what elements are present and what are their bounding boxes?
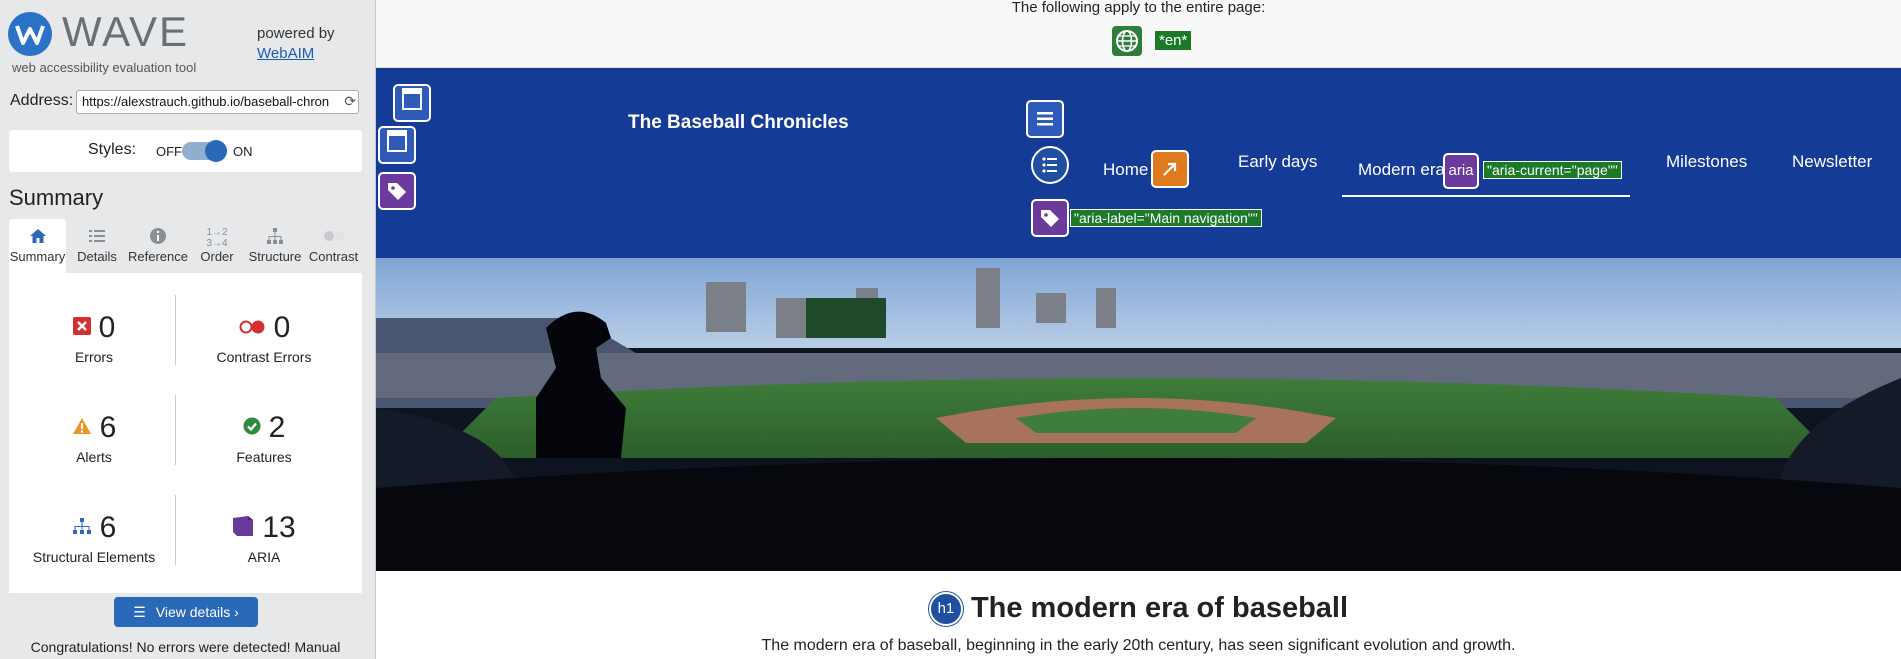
address-row: Address: https://alexstrauch.github.io/b… xyxy=(10,90,366,114)
alerts-label: Alerts xyxy=(76,449,112,465)
errors-count: 0 xyxy=(98,311,116,344)
powered-by-label: powered by xyxy=(257,25,335,42)
stat-errors[interactable]: 0 Errors xyxy=(9,311,179,365)
stat-alerts[interactable]: 6 Alerts xyxy=(9,411,179,465)
header-landmark-icon[interactable] xyxy=(393,84,431,122)
structure-icon xyxy=(246,227,304,249)
aria-icon xyxy=(232,515,254,543)
powered-by: powered by WebAIM xyxy=(257,24,335,64)
address-label: Address: xyxy=(10,92,74,109)
page-heading: h1 The modern era of baseball xyxy=(376,592,1901,627)
view-details-button[interactable]: ☰ View details › xyxy=(114,597,258,627)
stat-structural-elements[interactable]: 6 Structural Elements xyxy=(9,511,179,565)
congrats-message: Congratulations! No errors were detected… xyxy=(30,639,341,655)
navigation-landmark-icon[interactable] xyxy=(1026,100,1064,138)
styles-label: Styles: xyxy=(88,141,137,158)
tab-label: Summary xyxy=(9,249,66,264)
structure-icon xyxy=(72,517,92,541)
alert-icon xyxy=(72,417,92,441)
errors-label: Errors xyxy=(74,349,114,365)
tab-label: Reference xyxy=(128,249,188,264)
aria-current-annotation[interactable]: "aria-current="page"" xyxy=(1483,161,1622,179)
error-icon xyxy=(72,317,91,341)
nav-link-home[interactable]: Home xyxy=(1103,160,1148,180)
header-landmark-icon[interactable] xyxy=(378,126,416,164)
styles-on-label: ON xyxy=(233,144,253,159)
stat-contrast-errors[interactable]: 0 Contrast Errors xyxy=(179,311,349,365)
contrast-errors-label: Contrast Errors xyxy=(216,349,312,365)
list-icon xyxy=(67,227,127,249)
site-title[interactable]: The Baseball Chronicles xyxy=(628,112,849,134)
view-details-label: View details › xyxy=(155,604,239,620)
styles-toggle-box: Styles: OFF ON xyxy=(9,130,362,172)
hero-image xyxy=(376,258,1901,571)
feature-icon xyxy=(243,417,261,441)
nav-link-newsletter[interactable]: Newsletter xyxy=(1792,152,1872,172)
list-icon[interactable] xyxy=(1031,146,1069,184)
reload-icon[interactable]: ⟳ xyxy=(344,93,356,110)
wave-logo-icon xyxy=(8,12,52,56)
features-label: Features xyxy=(236,449,292,465)
nav-link-early-days[interactable]: Early days xyxy=(1238,152,1317,172)
toggle-knob xyxy=(205,140,227,162)
info-icon xyxy=(128,227,188,249)
active-nav-underline xyxy=(1342,195,1630,197)
nav-link-modern-era[interactable]: Modern era xyxy=(1358,160,1445,180)
tab-structure[interactable]: Structure xyxy=(246,219,304,273)
contrast-icon xyxy=(305,227,362,249)
structural-count: 6 xyxy=(99,511,117,544)
redundant-link-alert-icon[interactable] xyxy=(1151,150,1189,188)
features-count: 2 xyxy=(268,411,286,444)
tab-summary[interactable]: Summary xyxy=(9,219,66,273)
styles-toggle[interactable] xyxy=(182,140,227,162)
language-badge[interactable]: *en* xyxy=(1154,30,1193,51)
wave-sidebar: WAVE web accessibility evaluation tool p… xyxy=(0,0,376,659)
order-icon: 1→2 3→4 xyxy=(206,227,228,249)
home-icon xyxy=(9,227,66,249)
tab-label: Details xyxy=(77,249,117,264)
stat-features[interactable]: 2 Features xyxy=(179,411,349,465)
tab-label: Order xyxy=(200,249,234,264)
intro-paragraph: The modern era of baseball, beginning in… xyxy=(761,637,1516,654)
aria-count: 13 xyxy=(262,511,296,544)
aria-label-tag-icon[interactable] xyxy=(1031,199,1069,237)
page-heading-text: The modern era of baseball xyxy=(970,592,1349,624)
entire-page-text: The following apply to the entire page: xyxy=(1011,0,1266,16)
wave-logo-text: WAVE xyxy=(62,8,190,55)
stat-aria[interactable]: 13 ARIA xyxy=(179,511,349,565)
address-input[interactable]: https://alexstrauch.github.io/baseball-c… xyxy=(76,90,359,114)
nav-link-milestones[interactable]: Milestones xyxy=(1666,152,1747,172)
wave-tabs: Summary Details Reference 1→2 3→4 Order S… xyxy=(9,219,362,273)
summary-heading: Summary xyxy=(9,185,104,210)
structural-label: Structural Elements xyxy=(32,549,156,565)
globe-icon[interactable] xyxy=(1112,26,1142,56)
tab-label: Structure xyxy=(248,249,302,264)
site-header: The Baseball Chronicles "aria-label="Mai… xyxy=(376,68,1901,258)
entire-page-annotations: The following apply to the entire page: … xyxy=(376,0,1901,68)
tab-order[interactable]: 1→2 3→4 Order xyxy=(189,219,245,273)
alerts-count: 6 xyxy=(99,411,117,444)
tab-label: Contrast xyxy=(308,249,359,264)
contrast-errors-count: 0 xyxy=(273,311,291,344)
webaim-link[interactable]: WebAIM xyxy=(257,45,314,62)
wave-tagline: web accessibility evaluation tool xyxy=(12,60,197,75)
list-icon: ☰ xyxy=(133,604,146,620)
aria-icon[interactable]: aria xyxy=(1443,153,1479,189)
summary-stats-panel: 0 Errors 0 Contrast Errors 6 Alerts 2 Fe… xyxy=(9,273,362,655)
aria-label: ARIA xyxy=(247,549,281,565)
contrast-error-icon xyxy=(238,318,266,341)
styles-off-label: OFF xyxy=(156,144,182,159)
tab-details[interactable]: Details xyxy=(67,219,127,273)
tab-reference[interactable]: Reference xyxy=(128,219,188,273)
aria-label-tag-icon[interactable] xyxy=(378,172,416,210)
aria-label-annotation[interactable]: "aria-label="Main navigation"" xyxy=(1070,209,1262,227)
tab-contrast[interactable]: Contrast xyxy=(305,219,362,273)
h1-icon[interactable]: h1 xyxy=(928,592,963,627)
